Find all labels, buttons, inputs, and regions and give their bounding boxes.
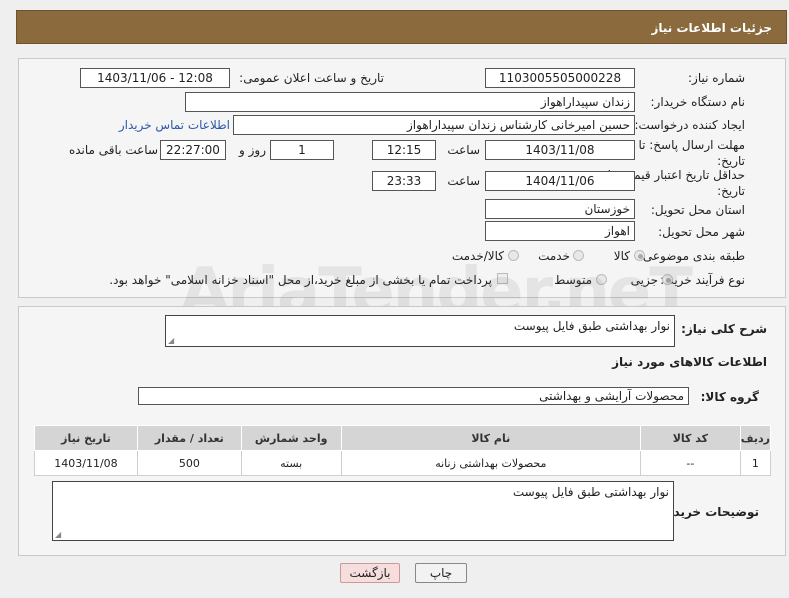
creator-label: ایجاد کننده درخواست: (634, 118, 745, 132)
need-number-label: شماره نیاز: (688, 71, 745, 85)
contact-buyer-link[interactable]: اطلاعات تماس خریدار (110, 118, 230, 132)
print-button[interactable]: چاپ (415, 563, 467, 583)
city-field: اهواز (485, 221, 635, 241)
reply-time-field: 12:15 (372, 140, 436, 160)
col-date-header: تاریخ نیاز (34, 425, 138, 451)
goods-group-field: محصولات آرایشی و بهداشتی (138, 387, 689, 405)
col-code-header: کد کالا (639, 425, 741, 451)
page-title: جزئیات اطلاعات نیاز (651, 21, 772, 35)
description-label: شرح کلی نیاز: (681, 322, 767, 336)
remaining-time-field: 22:27:00 (160, 140, 226, 160)
cell-unit: بسته (240, 450, 342, 476)
province-field: خوزستان (485, 199, 635, 219)
resize-grip-icon: ◢ (55, 530, 62, 539)
goods-info-title: اطلاعات کالاهای مورد نیاز (612, 355, 767, 369)
remaining-label: ساعت باقی مانده (68, 143, 158, 157)
validity-time-field: 23:33 (372, 171, 436, 191)
goods-table: ردیف کد کالا نام کالا واحد شمارش تعداد /… (34, 425, 772, 476)
cell-date: 1403/11/08 (34, 450, 138, 476)
table-row: 1 -- محصولات بهداشتی زنانه بسته 500 1403… (34, 450, 772, 476)
validity-date-field: 1404/11/06 (485, 171, 635, 191)
province-label: استان محل تحویل: (650, 203, 745, 217)
buyer-notes-text: نوار بهداشتی طبق فایل پیوست (512, 485, 669, 499)
need-number-field: 1103005505000228 (485, 68, 635, 88)
back-button[interactable]: بازگشت (340, 563, 400, 583)
announce-label: تاریخ و ساعت اعلان عمومی: (239, 71, 384, 85)
days-field: 1 (270, 140, 334, 160)
reply-deadline-label: مهلت ارسال پاسخ: تا تاریخ: (638, 138, 745, 168)
reply-time-label: ساعت (447, 143, 480, 157)
description-textarea: نوار بهداشتی طبق فایل پیوست ◢ (165, 315, 675, 347)
buyer-notes-textarea: نوار بهداشتی طبق فایل پیوست ◢ (52, 481, 674, 541)
cell-name: محصولات بهداشتی زنانه (340, 450, 641, 476)
col-qty-header: تعداد / مقدار (136, 425, 242, 451)
col-name-header: نام کالا (340, 425, 641, 451)
col-row-header: ردیف (739, 425, 772, 451)
announce-field: 1403/11/06 - 12:08 (80, 68, 230, 88)
page-header: جزئیات اطلاعات نیاز (16, 10, 787, 44)
cell-qty: 500 (136, 450, 242, 476)
goods-table-header: ردیف کد کالا نام کالا واحد شمارش تعداد /… (34, 425, 772, 451)
resize-grip-icon: ◢ (168, 336, 175, 345)
cell-row: 1 (739, 450, 772, 476)
creator-field: حسین امیرخانی کارشناس زندان سپیداراهواز (233, 115, 635, 135)
description-text: نوار بهداشتی طبق فایل پیوست (513, 319, 670, 333)
buyer-org-label: نام دستگاه خریدار: (650, 95, 746, 109)
days-label: روز و (239, 143, 266, 157)
goods-group-label: گروه کالا: (700, 390, 759, 404)
buyer-org-field: زندان سپیداراهواز (185, 92, 635, 112)
col-unit-header: واحد شمارش (240, 425, 342, 451)
city-label: شهر محل تحویل: (658, 225, 745, 239)
reply-date-field: 1403/11/08 (485, 140, 635, 160)
validity-time-label: ساعت (447, 174, 480, 188)
cell-code: -- (639, 450, 741, 476)
